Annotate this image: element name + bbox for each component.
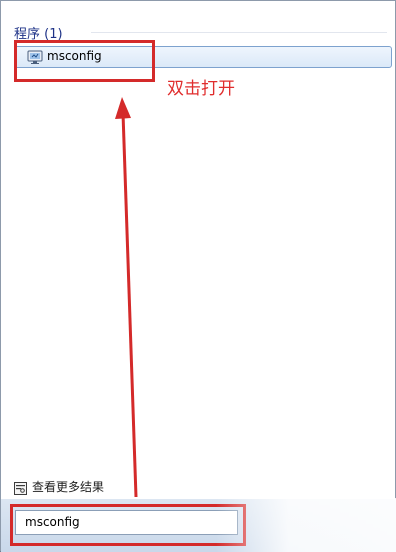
highlight-box-search (10, 504, 246, 546)
annotation-arrow (115, 97, 138, 498)
start-menu-search-panel: 程序 (1) msconfig 双击打开 查看更多结果 msconfig (0, 0, 396, 552)
watermark-overlay (216, 498, 396, 552)
see-more-results-label: 查看更多结果 (32, 480, 105, 494)
search-results-icon (14, 480, 27, 495)
